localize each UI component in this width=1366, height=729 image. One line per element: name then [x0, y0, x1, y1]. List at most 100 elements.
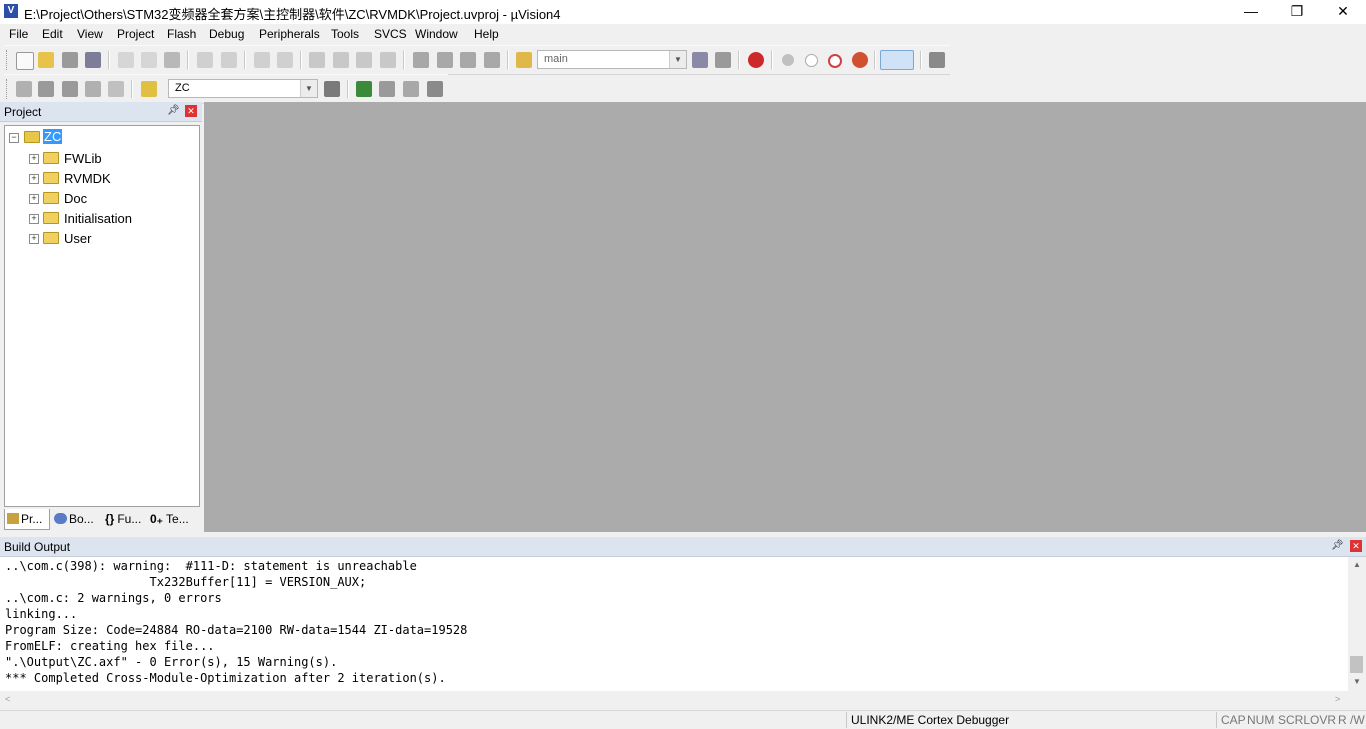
save-icon[interactable] — [62, 52, 78, 68]
navigate-forward-icon[interactable] — [277, 52, 293, 68]
undo-icon[interactable] — [197, 52, 213, 68]
expand-icon[interactable]: + — [29, 234, 39, 244]
status-scrl: SCRL — [1278, 713, 1311, 727]
menu-view[interactable]: View — [77, 27, 103, 41]
configure-wrench-icon[interactable] — [929, 52, 945, 68]
scrollbar-thumb[interactable] — [1350, 656, 1363, 673]
bookmark-previous-icon[interactable] — [333, 52, 349, 68]
select-device-icon[interactable] — [379, 81, 395, 97]
pin-icon[interactable]: 📌︎ — [167, 105, 180, 117]
indent-icon[interactable] — [413, 52, 429, 68]
unindent-icon[interactable] — [437, 52, 453, 68]
find-combo[interactable]: main ▼ — [537, 50, 687, 69]
chevron-down-icon[interactable]: ▼ — [669, 51, 686, 68]
minimize-button[interactable]: — — [1228, 0, 1274, 24]
horizontal-scrollbar[interactable]: < > — [0, 691, 1348, 708]
close-icon[interactable]: ✕ — [185, 105, 197, 117]
tab-books[interactable]: Bo... — [52, 509, 98, 529]
navigate-back-icon[interactable] — [254, 52, 270, 68]
target-combo-value: ZC — [175, 82, 190, 94]
project-tree: − ZC + FWLib + RVMDK + Doc + Initialisat… — [4, 125, 200, 507]
toolbar-grip[interactable] — [6, 50, 11, 70]
disable-breakpoints-icon[interactable] — [828, 54, 842, 68]
build-output-text[interactable]: ..\com.c(398): warning: #111-D: statemen… — [0, 557, 1348, 691]
expand-icon[interactable]: + — [29, 214, 39, 224]
copy-icon[interactable] — [141, 52, 157, 68]
tree-root-label[interactable]: ZC — [43, 129, 63, 144]
window-layout-icon[interactable] — [880, 50, 914, 70]
restore-button[interactable]: ❐ — [1274, 0, 1320, 24]
tab-books-label: Bo... — [69, 512, 94, 526]
expand-icon[interactable]: + — [29, 154, 39, 164]
menu-debug[interactable]: Debug — [209, 27, 244, 41]
bookmark-clear-icon[interactable] — [380, 52, 396, 68]
target-combo[interactable]: ZC ▼ — [168, 79, 318, 98]
manage-packs-icon[interactable] — [403, 81, 419, 97]
target-options-icon[interactable] — [324, 81, 340, 97]
rebuild-icon[interactable] — [62, 81, 78, 97]
expand-icon[interactable]: + — [29, 174, 39, 184]
tree-group-label[interactable]: Initialisation — [64, 211, 132, 226]
tree-group-label[interactable]: RVMDK — [64, 171, 111, 186]
batch-build-icon[interactable] — [85, 81, 101, 97]
scroll-down-icon[interactable]: ▼ — [1353, 677, 1361, 686]
collapse-icon[interactable]: − — [9, 133, 19, 143]
build-icon[interactable] — [38, 81, 54, 97]
menu-flash[interactable]: Flash — [167, 27, 196, 41]
close-icon[interactable]: ✕ — [1350, 540, 1362, 552]
menu-window[interactable]: Window — [415, 27, 458, 41]
menu-file[interactable]: File — [9, 27, 28, 41]
expand-icon[interactable]: + — [29, 194, 39, 204]
find-icon[interactable] — [692, 52, 708, 68]
redo-icon[interactable] — [221, 52, 237, 68]
paste-icon[interactable] — [164, 52, 180, 68]
tab-project[interactable]: Pr... — [4, 509, 50, 530]
cut-icon[interactable] — [118, 52, 134, 68]
menu-help[interactable]: Help — [474, 27, 499, 41]
editor-workspace[interactable] — [204, 102, 1366, 532]
tree-group-label[interactable]: Doc — [64, 191, 87, 206]
tab-functions[interactable]: {} Fu... — [102, 509, 146, 529]
menu-tools[interactable]: Tools — [331, 27, 359, 41]
insert-breakpoint-icon[interactable] — [782, 54, 794, 66]
tab-functions-label: Fu... — [117, 512, 142, 526]
tree-group-label[interactable]: FWLib — [64, 151, 102, 166]
enable-breakpoint-icon[interactable] — [805, 54, 818, 67]
environment-icon[interactable] — [427, 81, 443, 97]
close-window-button[interactable]: ✕ — [1320, 0, 1366, 24]
bookmark-toggle-icon[interactable] — [309, 52, 325, 68]
tab-templates[interactable]: 0₊ Te... — [148, 509, 194, 529]
translate-icon[interactable] — [16, 81, 32, 97]
new-file-icon[interactable] — [16, 52, 34, 70]
scroll-up-icon[interactable]: ▲ — [1353, 560, 1361, 569]
save-all-icon[interactable] — [85, 52, 101, 68]
manage-components-icon[interactable] — [356, 81, 372, 97]
tree-group-label[interactable]: User — [64, 231, 91, 246]
separator — [874, 51, 876, 69]
menu-edit[interactable]: Edit — [42, 27, 63, 41]
output-line: ".\Output\ZC.axf" - 0 Error(s), 15 Warni… — [5, 655, 338, 669]
uncomment-icon[interactable] — [484, 52, 500, 68]
menu-peripherals[interactable]: Peripherals — [259, 27, 320, 41]
download-load-icon[interactable] — [141, 81, 157, 97]
menu-project[interactable]: Project — [117, 27, 154, 41]
comment-icon[interactable] — [460, 52, 476, 68]
kill-breakpoints-icon[interactable] — [852, 52, 868, 68]
debug-session-icon[interactable] — [748, 52, 764, 68]
open-file-icon[interactable] — [38, 52, 54, 68]
vertical-scrollbar[interactable]: ▲ ▼ — [1348, 557, 1366, 691]
toolbar-grip[interactable] — [6, 79, 11, 99]
output-line: Tx232Buffer[11] = VERSION_AUX; — [5, 575, 367, 589]
scroll-right-icon[interactable]: > — [1335, 694, 1340, 704]
standard-toolbar: main ▼ — [4, 45, 950, 75]
chevron-down-icon[interactable]: ▼ — [300, 80, 317, 97]
bookmark-next-icon[interactable] — [356, 52, 372, 68]
scroll-left-icon[interactable]: < — [5, 694, 10, 704]
pin-icon[interactable]: 📌︎ — [1331, 540, 1344, 552]
stop-build-icon[interactable] — [108, 81, 124, 97]
find-in-files-icon[interactable] — [516, 52, 532, 68]
window-title: E:\Project\Others\STM32变频器全套方案\主控制器\软件\Z… — [24, 7, 561, 22]
incremental-find-icon[interactable] — [715, 52, 731, 68]
menu-svcs[interactable]: SVCS — [374, 27, 407, 41]
folder-icon — [43, 232, 59, 244]
